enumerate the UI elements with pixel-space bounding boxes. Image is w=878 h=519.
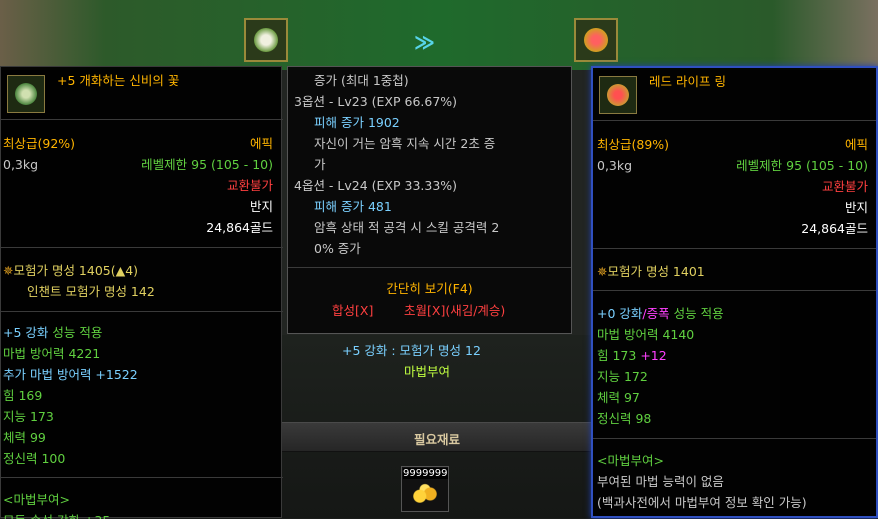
stat-vit: 체력 97 [597,390,640,405]
reinforce-suffix: 성능 적용 [48,325,103,340]
weight: 0,3kg [597,158,633,173]
fame: ✵모험가 명성 1405(▲4) [3,263,138,279]
divider [593,120,876,121]
transcend-status: 초월[X](새김/계승) [404,303,506,318]
level-limit: 레벨제한 95 (105 - 10) [141,157,273,172]
magic-header: <마법부여> [3,492,70,507]
item-name: +5 개화하는 신비의 꽃 [57,73,180,88]
option4-desc-cont: 0% 증가 [314,241,361,256]
required-materials-label: 필요재료 [413,432,460,447]
option4-desc: 암흑 상태 적 공격 시 스킬 공격력 2 [314,220,500,235]
amplify-label: /증폭 [642,306,670,321]
stat-int: 지능 172 [597,369,648,384]
option3-damage: 피해 증가 1902 [314,115,400,130]
reinforce-level: +5 강화 [3,325,49,340]
stat-str-bonus: +12 [640,348,667,363]
magic-stat-partial: 모든 속성 강화 +35 [3,513,110,519]
right-item-tooltip: 레드 라이프 링 최상급(89%) 에픽 0,3kg 레벨제한 95 (105 … [591,66,878,518]
stat-str: 힘 169 [3,388,43,403]
left-item-tooltip: +5 개화하는 신비의 꽃 최상급(92%) 에픽 0,3kg 레벨제한 95 … [0,66,283,519]
divider [1,119,283,120]
trade-status: 교환불가 [226,178,273,193]
flower-item-icon [7,75,45,113]
price: 24,864골드 [801,221,868,236]
effect-stack: 증가 (최대 1중첩) [314,73,409,88]
stat-spr: 정신력 98 [597,411,652,426]
option4-title: 4옵션 - Lv24 (EXP 33.33%) [294,178,458,193]
stat-int: 지능 173 [3,409,54,424]
background-top [0,0,878,70]
option4-damage: 피해 증가 481 [314,199,392,214]
stat-extra-magic-defense: 추가 마법 방어력 +1522 [3,367,138,382]
reinforce-level: +0 강화 [597,306,643,321]
reinforce-line: +5 강화 성능 적용 [3,325,102,341]
stat-magic-defense: 마법 방어력 4221 [3,346,101,361]
stat-spr: 정신력 100 [3,451,66,466]
weight: 0,3kg [3,157,39,172]
grade: 최상급(92%) [3,136,76,151]
reinforce-fame: +5 강화 : 모험가 명성 12 [342,343,481,358]
middle-item-tooltip: 증가 (최대 1중첩) 3옵션 - Lv23 (EXP 66.67%) 피해 증… [287,66,572,334]
reinforce-suffix: 성능 적용 [669,306,724,321]
stat-vit: 체력 99 [3,430,46,445]
fame-text: 모험가 명성 1405(▲4) [13,263,139,278]
magic-header: <마법부여> [597,453,664,468]
enchant-fame: 인챈트 모험가 명성 142 [27,284,155,299]
source-item-slot[interactable] [244,18,288,62]
fame-icon: ✵ [597,264,608,279]
magic-none: 부여된 마법 능력이 없음 [597,474,724,489]
stat-str-base: 힘 173 [597,348,641,363]
grade: 최상급(89%) [597,137,670,152]
enchant-label: 마법부여 [404,364,451,379]
slot-type: 반지 [844,200,868,215]
rarity: 에픽 [844,137,868,152]
option3-title: 3옵션 - Lv23 (EXP 66.67%) [294,94,458,109]
gold-count: 9999999 [403,468,448,479]
stat-str: 힘 173 +12 [597,348,667,364]
slot-type: 반지 [249,199,273,214]
divider [593,248,876,249]
reinforce-line: +0 강화/증폭 성능 적용 [597,306,724,322]
fame-icon: ✵ [3,263,14,278]
gold-coins-icon [412,483,438,505]
transfer-arrow-icon: ≫ [414,30,435,54]
item-name: 레드 라이프 링 [649,74,726,89]
rarity: 에픽 [249,136,273,151]
divider [1,311,283,312]
divider [288,267,571,268]
option3-desc: 자신이 거는 암흑 지속 시간 2초 증 [314,136,496,151]
flower-icon [254,28,278,52]
price: 24,864골드 [206,220,273,235]
target-item-slot[interactable] [574,18,618,62]
magic-hint: (백과사전에서 마법부여 정보 확인 가능) [597,495,807,510]
divider [593,438,876,439]
option3-desc-cont: 가 [314,157,326,172]
fame: ✵모험가 명성 1401 [597,264,705,280]
ring-item-icon [599,76,637,114]
ring-icon [584,28,608,52]
divider [593,290,876,291]
stat-magic-defense: 마법 방어력 4140 [597,327,695,342]
divider [1,247,283,248]
fame-text: 모험가 명성 1401 [607,264,705,279]
trade-status: 교환불가 [821,179,868,194]
merge-status: 합성[X] [332,303,374,318]
simple-view-button[interactable]: 간단히 보기(F4) [288,281,571,297]
gold-material-slot[interactable]: 9999999 [401,466,449,512]
divider [1,477,283,478]
level-limit: 레벨제한 95 (105 - 10) [736,158,868,173]
required-materials-bar: 필요재료 [282,422,592,452]
